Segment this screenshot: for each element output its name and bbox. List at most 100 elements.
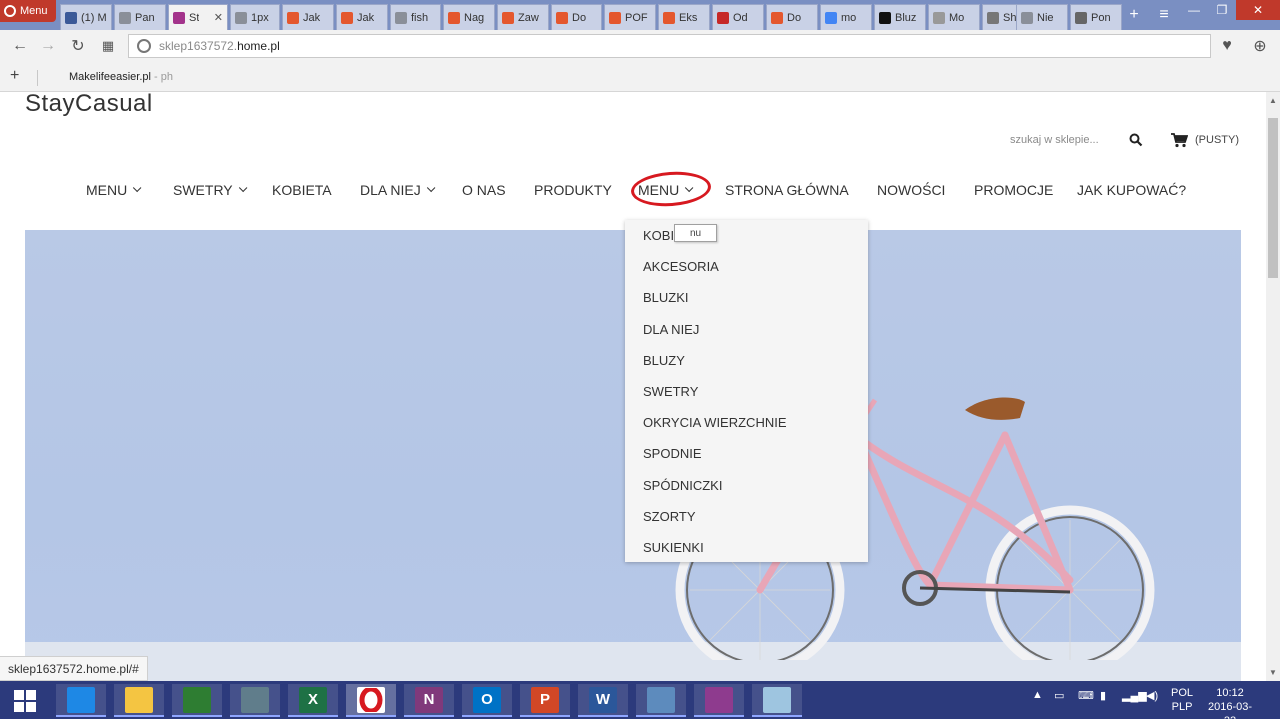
volume-icon[interactable]: ◀) (1146, 689, 1158, 702)
taskbar-app-start[interactable] (0, 684, 50, 717)
browser-tab[interactable]: Do (766, 4, 818, 30)
browser-tab[interactable]: Jak (336, 4, 388, 30)
close-window-button[interactable]: ✕ (1236, 0, 1280, 20)
nav-item[interactable]: KOBIETA (272, 182, 332, 198)
back-arrow-icon[interactable]: ← (10, 36, 30, 56)
taskbar-app-store[interactable] (172, 684, 222, 717)
tab-menu-icon[interactable]: ≡ (1152, 4, 1176, 26)
dropdown-item[interactable]: SPODNIE (643, 446, 702, 461)
input-language[interactable]: POL PLP (1171, 686, 1193, 714)
taskbar-app-scanner[interactable] (230, 684, 280, 717)
browser-tab[interactable]: Pan (114, 4, 166, 30)
scroll-down-arrow-icon[interactable]: ▼ (1269, 668, 1277, 677)
cart-label[interactable]: (PUSTY) (1195, 134, 1239, 146)
browser-tab[interactable]: mo (820, 4, 872, 30)
download-status-icon[interactable]: ⊕ (1250, 36, 1270, 56)
browser-tab[interactable]: Nag (443, 4, 495, 30)
scroll-thumb[interactable] (1268, 118, 1278, 278)
reload-icon[interactable]: ↻ (68, 36, 88, 56)
dropdown-item[interactable]: SUKIENKI (643, 540, 704, 555)
url-field[interactable]: sklep1637572. home.pl (128, 34, 1211, 58)
nav-item[interactable]: O NAS (462, 182, 506, 198)
nav-item[interactable]: MENU (638, 182, 694, 198)
tab-label: 1px (251, 11, 269, 24)
nav-item[interactable]: MENU (86, 182, 142, 198)
security-info-icon[interactable] (137, 39, 151, 53)
nav-item[interactable]: NOWOŚCI (877, 182, 945, 198)
dropdown-item[interactable]: AKCESORIA (643, 259, 719, 274)
taskbar-app-opera[interactable] (346, 684, 396, 717)
search-input[interactable] (1010, 130, 1118, 150)
browser-tab[interactable]: St ✕ (168, 4, 228, 30)
heart-bookmark-icon[interactable]: ♥ (1217, 36, 1237, 56)
scroll-up-arrow-icon[interactable]: ▲ (1269, 96, 1277, 105)
dropdown-item[interactable]: BLUZY (643, 353, 685, 368)
browser-tab[interactable]: Do (551, 4, 602, 30)
forward-arrow-icon[interactable]: → (38, 36, 58, 56)
new-tab-button[interactable]: + (1122, 4, 1146, 26)
tab-label: fish (411, 11, 429, 24)
minimize-button[interactable]: — (1180, 0, 1208, 20)
bookmark-item[interactable]: Makelifeeasier.pl - ph (69, 71, 173, 83)
browser-tab[interactable]: Jak (282, 4, 334, 30)
battery-icon[interactable]: ▮ (1100, 689, 1106, 702)
page-scrollbar[interactable]: ▲ ▼ (1266, 92, 1280, 681)
system-clock[interactable]: 10:12 2016-03-22 (1206, 686, 1254, 728)
taskbar-app-photos[interactable] (636, 684, 686, 717)
page-icon (395, 11, 407, 24)
browser-tab[interactable]: POF (604, 4, 656, 30)
dropdown-item[interactable]: OKRYCIA WIERZCHNIE (643, 415, 787, 430)
browser-tab[interactable]: Mo (928, 4, 980, 30)
lifebuoy-icon (663, 11, 675, 24)
speed-dial-grid-icon[interactable]: ▦ (98, 36, 118, 56)
browser-tab[interactable]: Od (712, 4, 764, 30)
nav-item[interactable]: PRODUKTY (534, 182, 612, 198)
add-bookmark-icon[interactable]: + (10, 67, 19, 85)
taskbar-app-file-explorer[interactable] (114, 684, 164, 717)
taskbar-app-outlook[interactable]: O (462, 684, 512, 717)
restore-button[interactable]: ❐ (1208, 0, 1236, 20)
browser-tab[interactable]: Nie (1016, 4, 1068, 30)
browser-tab[interactable]: fish (390, 4, 441, 30)
browser-tab[interactable]: Bluz (874, 4, 926, 30)
nav-item[interactable]: DLA NIEJ (360, 182, 436, 198)
dropdown-item[interactable]: SZORTY (643, 509, 696, 524)
browser-tab[interactable]: Zaw (497, 4, 549, 30)
taskbar-app-powerpoint[interactable]: P (520, 684, 570, 717)
keyboard-icon[interactable]: ⌨ (1078, 689, 1094, 702)
nav-item[interactable]: PROMOCJE (974, 182, 1053, 198)
close-tab-icon[interactable]: ✕ (214, 11, 223, 24)
browser-tab-bar: Menu (1) M Pan St ✕ 1px Jak Jak fish Nag Zaw Do POF… (0, 0, 1280, 30)
network-signal-icon[interactable]: ▂▄▆ (1122, 689, 1147, 702)
browser-tab[interactable]: (1) M (60, 4, 112, 30)
dropdown-item[interactable]: BLUZKI (643, 290, 689, 305)
taskbar-app-winrar[interactable] (694, 684, 744, 717)
onenote-icon-glyph: N (423, 691, 435, 708)
tab-label: St (189, 11, 200, 24)
photos-icon (647, 686, 675, 713)
nav-item[interactable]: SWETRY (173, 182, 248, 198)
taskbar-app-internet-explorer[interactable] (56, 684, 106, 717)
browser-tab[interactable]: Eks (658, 4, 710, 30)
browser-tab[interactable]: Pon (1070, 4, 1122, 30)
nav-item-label: MENU (86, 182, 128, 198)
nav-item[interactable]: JAK KUPOWAĆ? (1077, 182, 1186, 198)
dropdown-item[interactable]: DLA NIEJ (643, 322, 699, 337)
taskbar-app-excel[interactable]: X (288, 684, 338, 717)
site-logo[interactable]: StayCasual (25, 92, 153, 118)
taskbar-app-notepad[interactable] (752, 684, 802, 717)
search-icon[interactable] (1129, 133, 1143, 147)
chevron-down-icon (685, 183, 694, 193)
opera-menu-button[interactable]: Menu (0, 0, 56, 22)
show-hidden-icons[interactable]: ▲ (1032, 689, 1043, 701)
lifebuoy-icon (287, 11, 299, 24)
dropdown-item[interactable]: SPÓDNICZKI (643, 478, 722, 493)
dropdown-item[interactable]: SWETRY (643, 384, 698, 399)
tablet-icon[interactable]: ▭ (1054, 689, 1064, 702)
taskbar-app-word[interactable]: W (578, 684, 628, 717)
nav-item[interactable]: STRONA GŁÓWNA (725, 182, 849, 198)
taskbar-app-onenote[interactable]: N (404, 684, 454, 717)
cart-icon[interactable] (1170, 132, 1188, 148)
chevron-down-icon (133, 183, 142, 193)
browser-tab[interactable]: 1px (230, 4, 280, 30)
